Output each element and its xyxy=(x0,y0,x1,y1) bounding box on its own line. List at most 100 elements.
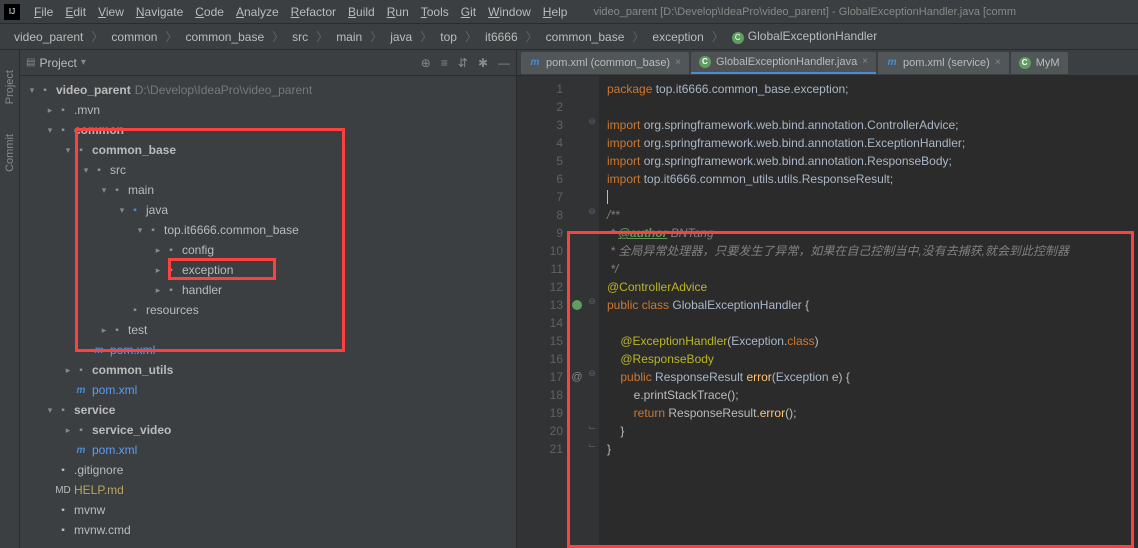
code-line[interactable]: import org.springframework.web.bind.anno… xyxy=(607,116,1130,134)
tree-node-pom-xml[interactable]: mpom.xml xyxy=(20,340,516,360)
chevron-right-icon[interactable] xyxy=(152,265,164,276)
tree-node-mvnw[interactable]: ▪mvnw xyxy=(20,500,516,520)
code-line[interactable]: import org.springframework.web.bind.anno… xyxy=(607,152,1130,170)
code-line[interactable] xyxy=(607,98,1130,116)
fold-marker[interactable] xyxy=(585,152,599,170)
side-tab-project[interactable]: Project xyxy=(4,70,16,104)
line-number[interactable]: 20 xyxy=(517,422,563,440)
line-number[interactable]: 13 xyxy=(517,296,563,314)
chevron-down-icon[interactable] xyxy=(62,145,74,156)
line-number[interactable]: 10 xyxy=(517,242,563,260)
line-number[interactable]: 16 xyxy=(517,350,563,368)
tree-node-pom-xml[interactable]: mpom.xml xyxy=(20,440,516,460)
code-line[interactable]: } xyxy=(607,422,1130,440)
tree-node-exception[interactable]: ▪exception xyxy=(20,260,516,280)
code-line[interactable]: * @author BNTang xyxy=(607,224,1130,242)
code-line[interactable]: import org.springframework.web.bind.anno… xyxy=(607,134,1130,152)
tree-node-top-it6666-common-base[interactable]: ▪top.it6666.common_base xyxy=(20,220,516,240)
line-number[interactable]: 21 xyxy=(517,440,563,458)
line-number[interactable]: 12 xyxy=(517,278,563,296)
menu-analyze[interactable]: Analyze xyxy=(230,5,285,19)
hide-icon[interactable]: — xyxy=(498,56,510,70)
tree-node-main[interactable]: ▪main xyxy=(20,180,516,200)
code-line[interactable]: } xyxy=(607,440,1130,458)
code-line[interactable]: @ControllerAdvice xyxy=(607,278,1130,296)
editor-tab[interactable]: mpom.xml (service)× xyxy=(878,52,1009,74)
code-lines[interactable]: package top.it6666.common_base.exception… xyxy=(599,76,1138,548)
tree-node-src[interactable]: ▪src xyxy=(20,160,516,180)
line-number[interactable]: 5 xyxy=(517,152,563,170)
tree-node-service-video[interactable]: ▪service_video xyxy=(20,420,516,440)
line-number[interactable]: 11 xyxy=(517,260,563,278)
fold-column[interactable]: ⊖⊖⊖⊖⌙⌙ xyxy=(585,76,599,548)
spring-bean-icon[interactable] xyxy=(572,300,582,310)
line-number[interactable]: 14 xyxy=(517,314,563,332)
fold-marker[interactable] xyxy=(585,224,599,242)
chevron-down-icon[interactable] xyxy=(116,205,128,216)
chevron-right-icon[interactable] xyxy=(98,325,110,336)
tree-node-handler[interactable]: ▪handler xyxy=(20,280,516,300)
fold-marker[interactable]: ⌙ xyxy=(585,422,599,440)
menu-code[interactable]: Code xyxy=(189,5,230,19)
chevron-right-icon[interactable] xyxy=(62,425,74,436)
editor-tab[interactable]: CMyM xyxy=(1011,52,1068,74)
menu-window[interactable]: Window xyxy=(482,5,537,19)
code-line[interactable]: * 全局异常处理器，只要发生了异常，如果在自己控制当中,没有去捕获,就会到此控制… xyxy=(607,242,1130,260)
project-title[interactable]: Project xyxy=(39,56,76,70)
fold-marker[interactable] xyxy=(585,404,599,422)
close-icon[interactable]: × xyxy=(675,57,681,68)
breadcrumb-item[interactable]: common_base xyxy=(179,28,270,46)
breadcrumb-item[interactable]: exception xyxy=(646,28,709,46)
project-tree[interactable]: ▪video_parentD:\Develop\IdeaPro\video_pa… xyxy=(20,76,516,548)
tree-node-resources[interactable]: ▪resources xyxy=(20,300,516,320)
chevron-down-icon[interactable] xyxy=(44,125,56,136)
breadcrumb-item[interactable]: src xyxy=(286,28,314,46)
line-number[interactable]: 7 xyxy=(517,188,563,206)
tree-root[interactable]: ▪video_parentD:\Develop\IdeaPro\video_pa… xyxy=(20,80,516,100)
editor-tab[interactable]: mpom.xml (common_base)× xyxy=(521,52,689,74)
fold-marker[interactable] xyxy=(585,314,599,332)
fold-marker[interactable] xyxy=(585,188,599,206)
breadcrumb-item[interactable]: common_base xyxy=(540,28,631,46)
fold-marker[interactable] xyxy=(585,386,599,404)
code-line[interactable] xyxy=(607,188,1130,206)
code-line[interactable]: public class GlobalExceptionHandler { xyxy=(607,296,1130,314)
code-line[interactable]: @ResponseBody xyxy=(607,350,1130,368)
close-icon[interactable]: × xyxy=(995,57,1001,68)
line-number[interactable]: 6 xyxy=(517,170,563,188)
menu-file[interactable]: File xyxy=(28,5,59,19)
tree-node-pom-xml[interactable]: mpom.xml xyxy=(20,380,516,400)
code-line[interactable] xyxy=(607,314,1130,332)
menu-edit[interactable]: Edit xyxy=(59,5,92,19)
tree-node--mvn[interactable]: ▪.mvn xyxy=(20,100,516,120)
breadcrumb-item[interactable]: common xyxy=(105,28,163,46)
breadcrumb-item[interactable]: video_parent xyxy=(8,28,89,46)
locate-icon[interactable]: ⊕ xyxy=(421,56,431,70)
fold-marker[interactable] xyxy=(585,170,599,188)
tree-node-service[interactable]: ▪service xyxy=(20,400,516,420)
tree-node-common-base[interactable]: ▪common_base xyxy=(20,140,516,160)
fold-marker[interactable] xyxy=(585,278,599,296)
fold-marker[interactable] xyxy=(585,80,599,98)
tree-node--gitignore[interactable]: ▪.gitignore xyxy=(20,460,516,480)
gear-icon[interactable]: ✱ xyxy=(478,56,488,70)
fold-marker[interactable]: ⌙ xyxy=(585,440,599,458)
chevron-right-icon[interactable] xyxy=(44,105,56,116)
menu-navigate[interactable]: Navigate xyxy=(130,5,189,19)
code-line[interactable]: /** xyxy=(607,206,1130,224)
override-icon[interactable]: @ xyxy=(571,371,582,383)
editor-tab[interactable]: CGlobalExceptionHandler.java× xyxy=(691,52,876,74)
close-icon[interactable]: × xyxy=(862,56,868,67)
fold-marker[interactable]: ⊖ xyxy=(585,206,599,224)
fold-marker[interactable]: ⊖ xyxy=(585,116,599,134)
tree-node-help-md[interactable]: MDHELP.md xyxy=(20,480,516,500)
code-line[interactable]: import top.it6666.common_utils.utils.Res… xyxy=(607,170,1130,188)
line-number[interactable]: 19 xyxy=(517,404,563,422)
chevron-down-icon[interactable] xyxy=(26,85,38,96)
chevron-right-icon[interactable] xyxy=(62,365,74,376)
chevron-down-icon[interactable]: ▾ xyxy=(81,57,86,68)
tree-node-test[interactable]: ▪test xyxy=(20,320,516,340)
fold-marker[interactable] xyxy=(585,332,599,350)
breadcrumb-item[interactable]: it6666 xyxy=(479,28,524,46)
chevron-right-icon[interactable] xyxy=(152,245,164,256)
